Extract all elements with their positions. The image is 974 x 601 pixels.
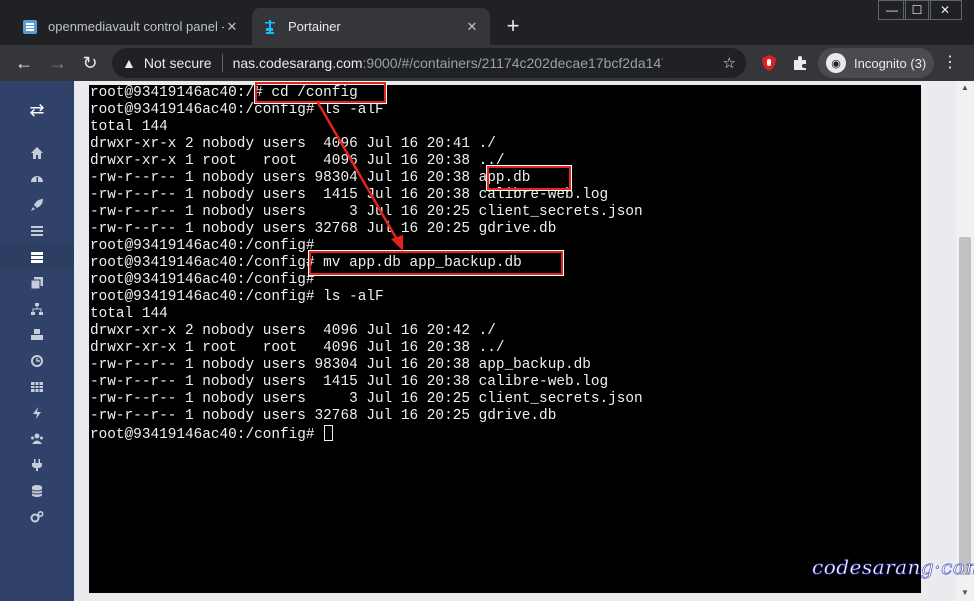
browser-toolbar: ← → ↻ ▲ Not secure nas.codesarang.com :9… xyxy=(0,45,974,81)
page-scrollbar[interactable]: ▲ ▼ xyxy=(956,81,974,601)
portainer-sidebar: ⇄ xyxy=(0,81,74,601)
tab-portainer[interactable]: Portainer ✕ xyxy=(252,8,490,45)
browser-menu-icon[interactable]: ⋮ xyxy=(940,53,960,73)
bolt-icon[interactable] xyxy=(0,400,74,426)
tab-title: Portainer xyxy=(288,19,341,34)
tab-close-icon[interactable]: ✕ xyxy=(224,19,240,35)
new-tab-button[interactable]: + xyxy=(500,14,526,40)
users-icon[interactable] xyxy=(0,426,74,452)
terminal-console[interactable]: root@93419146ac40:/# cd /config root@934… xyxy=(89,81,921,593)
transfer-icon[interactable]: ⇄ xyxy=(26,99,48,121)
url-path: :9000/#/containers/21174c202decae17bcf2d… xyxy=(362,55,663,71)
incognito-badge[interactable]: ◉ Incognito (3) xyxy=(818,48,935,78)
forward-arrow-icon[interactable]: → xyxy=(46,51,70,75)
security-label[interactable]: Not secure xyxy=(144,55,212,71)
address-separator xyxy=(221,54,223,72)
cogs-icon[interactable] xyxy=(0,504,74,530)
extension-shield-icon[interactable] xyxy=(759,53,779,73)
url-host: nas.codesarang.com xyxy=(232,55,363,71)
clone-icon[interactable] xyxy=(0,270,74,296)
scroll-up-icon[interactable]: ▲ xyxy=(961,83,969,92)
maximize-button[interactable]: ☐ xyxy=(903,0,931,20)
tab-close-icon[interactable]: ✕ xyxy=(464,19,480,35)
incognito-icon: ◉ xyxy=(826,53,846,73)
address-bar[interactable]: ▲ Not secure nas.codesarang.com :9000/#/… xyxy=(112,48,746,78)
plug-icon[interactable] xyxy=(0,452,74,478)
tab-title: openmediavault control panel - c xyxy=(48,19,224,34)
tab-openmediavault[interactable]: openmediavault control panel - c ✕ xyxy=(12,8,250,45)
home-icon[interactable] xyxy=(0,140,74,166)
scroll-thumb[interactable] xyxy=(959,237,971,575)
portainer-favicon-icon xyxy=(262,19,278,35)
portainer-page: ⇄ root@93419146ac40:/# cd /config root@9… xyxy=(0,81,974,601)
annotation-arrow-icon xyxy=(315,100,403,251)
close-window-button[interactable]: ✕ xyxy=(928,0,962,20)
bookmark-star-icon[interactable]: ☆ xyxy=(723,54,736,72)
server-icon[interactable] xyxy=(0,244,74,270)
sitemap-icon[interactable] xyxy=(0,296,74,322)
incognito-label: Incognito (3) xyxy=(854,55,927,71)
table-icon[interactable] xyxy=(0,374,74,400)
list-icon[interactable] xyxy=(0,218,74,244)
warning-icon[interactable]: ▲ xyxy=(122,55,136,71)
extensions-puzzle-icon[interactable] xyxy=(790,53,810,73)
scroll-down-icon[interactable]: ▼ xyxy=(961,588,969,597)
back-arrow-icon[interactable]: ← xyxy=(12,51,36,75)
omv-favicon-icon xyxy=(22,19,38,35)
minimize-button[interactable]: — xyxy=(878,0,906,20)
reload-icon[interactable]: ↻ xyxy=(78,51,102,75)
database-icon[interactable] xyxy=(0,478,74,504)
history-icon[interactable] xyxy=(0,348,74,374)
rocket-icon[interactable] xyxy=(0,192,74,218)
tab-strip: openmediavault control panel - c ✕ Porta… xyxy=(0,0,974,45)
dashboard-icon[interactable] xyxy=(0,166,74,192)
cubes-icon[interactable] xyxy=(0,322,74,348)
watermark: codesarang·com xyxy=(812,555,974,580)
